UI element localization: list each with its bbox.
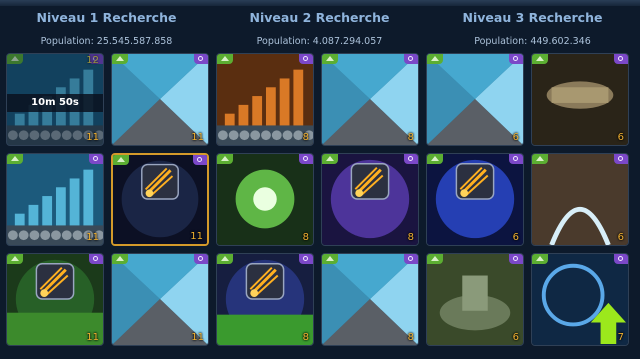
population-label: Population: 449.602.346 [474, 36, 591, 47]
level-up-icon [427, 54, 443, 64]
research-tile[interactable]: 11 [6, 253, 104, 346]
level-up-icon [532, 54, 548, 64]
tile-count: 6 [512, 332, 519, 343]
column-title: Niveau 2 Recherche [249, 10, 390, 25]
tile-count: 8 [407, 332, 414, 343]
tile-count: 11 [190, 231, 203, 242]
tile-count: 6 [617, 132, 624, 143]
research-artwork [217, 254, 313, 345]
population-label: Population: 25.545.587.858 [40, 36, 173, 47]
research-timer: 10m 50s [7, 94, 103, 112]
research-tile[interactable]: 8 [216, 253, 314, 346]
research-tile[interactable]: 11 [111, 253, 209, 346]
tile-count: 8 [407, 232, 414, 243]
tile-count: 6 [617, 232, 624, 243]
level-up-icon [322, 54, 338, 64]
info-icon[interactable] [509, 54, 523, 64]
level-up-icon [7, 254, 23, 264]
research-tile[interactable]: 12 10m 50s 11 [6, 53, 104, 146]
info-icon[interactable] [194, 54, 208, 64]
tile-count: 8 [302, 232, 309, 243]
tile-count: 11 [191, 332, 204, 343]
level-up-icon [427, 254, 443, 264]
level-up-icon [217, 154, 233, 164]
column-header-3: Niveau 3 Recherche Population: 449.602.3… [426, 6, 639, 52]
info-icon[interactable] [509, 254, 523, 264]
column-header-2: Niveau 2 Recherche Population: 4.087.294… [213, 6, 426, 52]
info-icon[interactable] [614, 54, 628, 64]
tile-count: 8 [302, 132, 309, 143]
level-up-icon [322, 154, 338, 164]
info-icon[interactable] [194, 254, 208, 264]
research-tile[interactable]: 6 [426, 153, 524, 246]
research-tile[interactable]: 8 [321, 253, 419, 346]
research-tile[interactable]: 8 [321, 153, 419, 246]
research-artwork [322, 154, 418, 245]
tile-count: 11 [191, 132, 204, 143]
column-title: Niveau 1 Recherche [36, 10, 177, 25]
level-up-icon [112, 254, 128, 264]
level-up-icon [7, 154, 23, 164]
population-label: Population: 4.087.294.057 [256, 36, 383, 47]
research-artwork [217, 154, 313, 245]
level-up-icon [113, 155, 129, 165]
research-tile[interactable]: 11 [111, 53, 209, 146]
column-title: Niveau 3 Recherche [462, 10, 603, 25]
level-up-icon [217, 254, 233, 264]
tile-count: 7 [617, 332, 624, 343]
tile-count: 11 [86, 232, 99, 243]
info-icon[interactable] [404, 254, 418, 264]
tile-count: 11 [86, 332, 99, 343]
info-icon[interactable] [193, 155, 207, 165]
level-up-icon [532, 254, 548, 264]
info-icon[interactable] [509, 154, 523, 164]
level-up-icon [532, 154, 548, 164]
level-up-icon [322, 254, 338, 264]
level-up-icon [112, 54, 128, 64]
tile-count: 11 [86, 132, 99, 143]
research-artwork [217, 54, 313, 145]
research-artwork [322, 54, 418, 145]
research-tile[interactable]: 8 [216, 153, 314, 246]
research-tile[interactable]: 7 [531, 253, 629, 346]
research-tile[interactable]: 6 [426, 53, 524, 146]
tile-count: 6 [512, 232, 519, 243]
research-artwork [532, 254, 628, 345]
column-header-1: Niveau 1 Recherche Population: 25.545.58… [0, 6, 213, 52]
research-artwork [532, 54, 628, 145]
info-icon[interactable] [404, 54, 418, 64]
research-tile[interactable]: 8 [216, 53, 314, 146]
tile-count: 8 [302, 332, 309, 343]
research-artwork [322, 254, 418, 345]
research-tile[interactable]: 6 [531, 53, 629, 146]
research-artwork [427, 54, 523, 145]
research-artwork [427, 254, 523, 345]
info-icon[interactable] [299, 154, 313, 164]
info-icon[interactable] [89, 254, 103, 264]
tile-count: 6 [512, 132, 519, 143]
info-icon[interactable] [614, 154, 628, 164]
level-up-icon [427, 154, 443, 164]
info-icon[interactable] [299, 254, 313, 264]
research-tile[interactable]: 6 [426, 253, 524, 346]
research-grid: 12 10m 50s 11 11 8 8 6 6 11 11 8 8 6 6 1… [6, 53, 636, 353]
research-tile[interactable]: 6 [531, 153, 629, 246]
research-tile[interactable]: 8 [321, 53, 419, 146]
research-tile[interactable]: 11 [111, 153, 209, 246]
info-icon[interactable] [299, 54, 313, 64]
tile-count: 8 [407, 132, 414, 143]
info-icon[interactable] [404, 154, 418, 164]
research-artwork [532, 154, 628, 245]
level-up-icon [217, 54, 233, 64]
research-artwork [427, 154, 523, 245]
research-tile[interactable]: 11 [6, 153, 104, 246]
info-icon[interactable] [614, 254, 628, 264]
info-icon[interactable] [89, 154, 103, 164]
